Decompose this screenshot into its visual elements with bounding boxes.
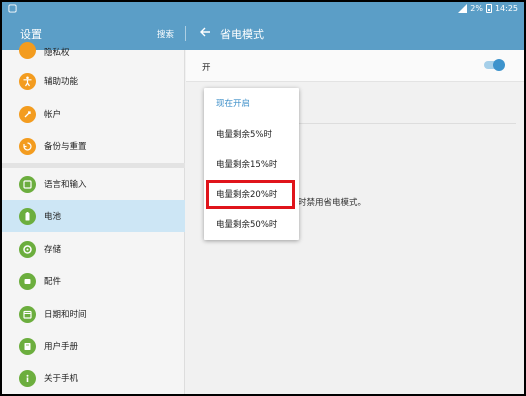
toggle-knob — [493, 59, 505, 71]
account-icon — [19, 105, 36, 123]
sidebar-item-label: 电池 — [44, 212, 62, 222]
calendar-icon — [19, 305, 36, 323]
power-saving-toggle[interactable] — [484, 59, 505, 71]
sidebar-item-battery[interactable]: 电池 — [2, 200, 185, 232]
storage-icon — [19, 240, 36, 258]
signal-icon — [458, 4, 468, 13]
sidebar-item-storage[interactable]: 存储 — [2, 233, 185, 265]
master-switch-row[interactable]: 开 — [186, 50, 524, 82]
sidebar-item-language[interactable]: 语言和输入 — [2, 168, 185, 200]
accessory-icon — [19, 272, 36, 290]
settings-notification-icon — [8, 4, 17, 13]
backup-icon — [19, 137, 36, 155]
sidebar-item-about-phone[interactable]: 关于手机 — [2, 362, 185, 394]
info-icon — [19, 369, 36, 387]
sidebar-item-label: 日期和时间 — [44, 310, 87, 320]
sidebar-item-label: 辅助功能 — [44, 77, 79, 87]
settings-sidebar: 隐私权 辅助功能 帐户 备份与重置 语言和输入 电池 存储 配件 日期和时间 用… — [2, 42, 185, 394]
sidebar-item-label: 配件 — [44, 277, 62, 287]
privacy-icon — [19, 42, 36, 59]
sidebar-item-user-manual[interactable]: 用户手册 — [2, 330, 185, 362]
start-condition-popup: 现在开启 电量剩余5%时 电量剩余15%时 电量剩余20%时 电量剩余50%时 — [204, 88, 299, 240]
page-title: 省电模式 — [220, 28, 264, 41]
clock: 14:25 — [494, 4, 518, 13]
sidebar-item-label: 隐私权 — [44, 48, 70, 58]
sidebar-item-label: 语言和输入 — [44, 180, 87, 190]
sidebar-item-accessibility[interactable]: 辅助功能 — [2, 65, 185, 97]
battery-icon — [19, 207, 36, 225]
sidebar-item-label: 用户手册 — [44, 342, 79, 352]
option-15-percent[interactable]: 电量剩余15%时 — [204, 149, 299, 179]
highlight-annotation — [206, 180, 295, 209]
sidebar-item-label: 存储 — [44, 245, 62, 255]
option-5-percent[interactable]: 电量剩余5%时 — [204, 119, 299, 149]
back-arrow-icon[interactable] — [198, 25, 212, 39]
sidebar-item-privacy[interactable]: 隐私权 — [2, 34, 185, 66]
screen: 2% 14:25 设置 搜索 省电模式 隐私权 辅助功能 帐户 备份与重置 语言… — [2, 2, 524, 394]
sidebar-item-accessories[interactable]: 配件 — [2, 265, 185, 297]
sidebar-item-account[interactable]: 帐户 — [2, 98, 185, 130]
battery-percent: 2% — [470, 4, 483, 13]
battery-status-icon — [485, 4, 492, 13]
description-text: 时禁用省电模式。 — [298, 198, 367, 208]
option-50-percent[interactable]: 电量剩余50%时 — [204, 209, 299, 239]
status-bar: 2% 14:25 — [2, 2, 524, 16]
switch-label: 开 — [202, 63, 211, 73]
sidebar-item-label: 关于手机 — [44, 374, 79, 384]
sidebar-item-date-time[interactable]: 日期和时间 — [2, 298, 185, 330]
accessibility-icon — [19, 72, 36, 90]
row-divider — [298, 123, 516, 124]
sidebar-item-label: 帐户 — [44, 110, 62, 120]
sidebar-item-backup[interactable]: 备份与重置 — [2, 130, 185, 162]
language-icon — [19, 175, 36, 193]
header-divider — [185, 26, 186, 41]
sidebar-item-label: 备份与重置 — [44, 142, 87, 152]
manual-icon — [19, 337, 36, 355]
option-start-now[interactable]: 现在开启 — [204, 88, 299, 118]
